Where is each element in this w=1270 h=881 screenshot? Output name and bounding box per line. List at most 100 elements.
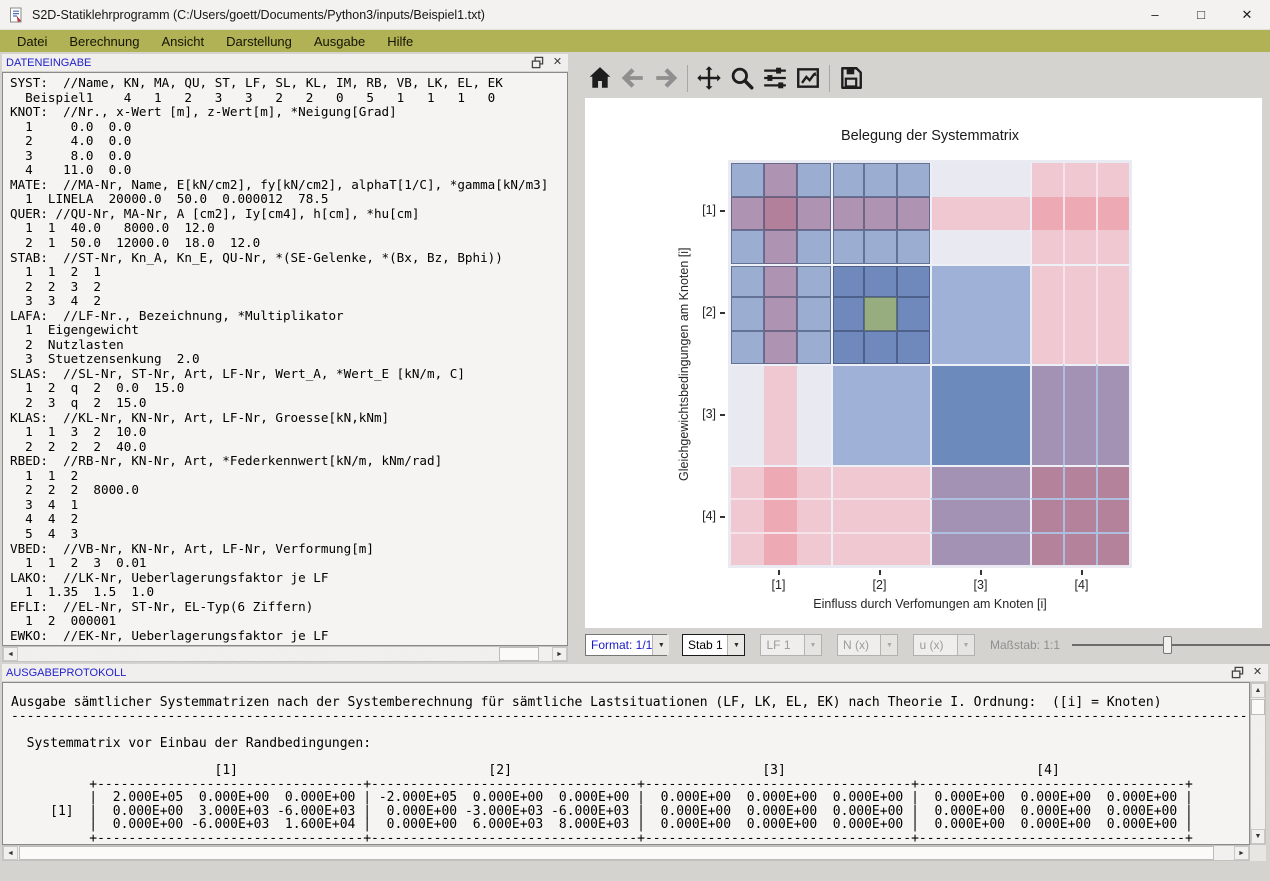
heatmap-cell bbox=[797, 163, 830, 197]
scroll-up-icon[interactable]: ▲ bbox=[1251, 683, 1265, 698]
heatmap-cell bbox=[963, 431, 996, 465]
heatmap-cell bbox=[731, 297, 764, 331]
slider-thumb[interactable] bbox=[1163, 636, 1172, 654]
heatmap-cell bbox=[963, 364, 996, 398]
scale-slider[interactable] bbox=[1072, 634, 1270, 656]
close-panel-icon[interactable]: ✕ bbox=[1250, 666, 1265, 679]
combo-value: N (x) bbox=[838, 638, 881, 652]
heatmap-cell bbox=[1096, 431, 1129, 465]
heatmap-cell bbox=[897, 297, 930, 331]
maximize-icon[interactable]: □ bbox=[1178, 0, 1224, 29]
float-panel-icon[interactable] bbox=[1230, 666, 1245, 679]
save-icon[interactable] bbox=[837, 65, 864, 92]
toolbar-separator bbox=[687, 65, 688, 92]
heatmap-cell bbox=[930, 398, 963, 432]
heatmap-cell bbox=[797, 398, 830, 432]
menu-item-ausgabe[interactable]: Ausgabe bbox=[303, 32, 376, 51]
combo-n-x-[interactable]: N (x)▼ bbox=[837, 634, 899, 656]
pan-icon[interactable] bbox=[695, 65, 722, 92]
scroll-right-icon[interactable]: ► bbox=[552, 647, 567, 661]
menu-item-berechnung[interactable]: Berechnung bbox=[58, 32, 150, 51]
ausgabeprotokoll-hscrollbar[interactable]: ◄ ► bbox=[2, 845, 1250, 861]
heatmap-cell bbox=[963, 532, 996, 566]
menu-item-hilfe[interactable]: Hilfe bbox=[376, 32, 424, 51]
heatmap-cell bbox=[764, 331, 797, 365]
heatmap-cell bbox=[1030, 398, 1063, 432]
heatmap-cell bbox=[1063, 163, 1096, 197]
heatmap-cell bbox=[996, 498, 1029, 532]
heatmap-cell bbox=[1096, 331, 1129, 365]
combo-lf-1[interactable]: LF 1▼ bbox=[760, 634, 822, 656]
heatmap-cell bbox=[930, 230, 963, 264]
heatmap-cell bbox=[1096, 532, 1129, 566]
heatmap-cell bbox=[897, 498, 930, 532]
chevron-down-icon[interactable]: ▼ bbox=[880, 635, 897, 655]
subplots-icon[interactable] bbox=[761, 65, 788, 92]
heatmap-cell bbox=[731, 230, 764, 264]
y-tick-label: [2] bbox=[680, 305, 716, 319]
heatmap-cell bbox=[963, 197, 996, 231]
close-panel-icon[interactable]: ✕ bbox=[550, 56, 565, 69]
scroll-right-icon[interactable]: ► bbox=[1234, 846, 1249, 860]
heatmap-cell bbox=[963, 163, 996, 197]
minimize-icon[interactable]: – bbox=[1132, 0, 1178, 29]
y-tick-label: [3] bbox=[680, 407, 716, 421]
ausgabeprotokoll-vscrollbar[interactable]: ▲ ▼ bbox=[1250, 682, 1266, 845]
menu-item-datei[interactable]: Datei bbox=[6, 32, 58, 51]
zoom-icon[interactable] bbox=[728, 65, 755, 92]
heatmap-cell bbox=[897, 431, 930, 465]
home-icon[interactable] bbox=[586, 65, 613, 92]
scroll-down-icon[interactable]: ▼ bbox=[1251, 829, 1265, 844]
heatmap-cell bbox=[864, 465, 897, 499]
heatmap-cell bbox=[1096, 465, 1129, 499]
scroll-left-icon[interactable]: ◄ bbox=[3, 647, 18, 661]
heatmap-cell bbox=[996, 297, 1029, 331]
scroll-thumb[interactable] bbox=[19, 846, 1214, 860]
float-panel-icon[interactable] bbox=[530, 56, 545, 69]
combo-format-1-1[interactable]: Format: 1/1▼ bbox=[585, 634, 667, 656]
heatmap-cell bbox=[996, 197, 1029, 231]
heatmap-cell bbox=[797, 431, 830, 465]
heatmap-cell bbox=[831, 498, 864, 532]
chevron-down-icon[interactable]: ▼ bbox=[727, 635, 744, 655]
menu-item-ansicht[interactable]: Ansicht bbox=[150, 32, 215, 51]
dateneingabe-hscrollbar[interactable]: ◄ ► bbox=[2, 646, 568, 662]
heatmap-cell bbox=[996, 465, 1029, 499]
menu-item-darstellung[interactable]: Darstellung bbox=[215, 32, 303, 51]
dateneingabe-editor[interactable]: SYST: //Name, KN, MA, QU, ST, LF, SL, KL… bbox=[2, 72, 568, 646]
heatmap-cell bbox=[897, 331, 930, 365]
forward-icon[interactable] bbox=[652, 65, 679, 92]
chevron-down-icon[interactable]: ▼ bbox=[804, 635, 821, 655]
heatmap-cell bbox=[1030, 264, 1063, 298]
x-axis-label: Einfluss durch Verfomungen am Knoten [i] bbox=[728, 597, 1132, 611]
chevron-down-icon[interactable]: ▼ bbox=[652, 635, 669, 655]
heatmap-cell bbox=[930, 465, 963, 499]
scroll-thumb[interactable] bbox=[499, 647, 539, 661]
heatmap-cell bbox=[764, 264, 797, 298]
heatmap-cell bbox=[864, 163, 897, 197]
heatmap-cell bbox=[1063, 431, 1096, 465]
heatmap-cell bbox=[1063, 498, 1096, 532]
heatmap-cell bbox=[864, 297, 897, 331]
customize-icon[interactable] bbox=[794, 65, 821, 92]
heatmap-cell bbox=[864, 364, 897, 398]
scroll-left-icon[interactable]: ◄ bbox=[3, 846, 18, 860]
combo-u-x-[interactable]: u (x)▼ bbox=[913, 634, 975, 656]
heatmap-cell bbox=[1096, 197, 1129, 231]
heatmap-cell bbox=[1063, 297, 1096, 331]
dateneingabe-text: SYST: //Name, KN, MA, QU, ST, LF, SL, KL… bbox=[3, 73, 567, 646]
combo-stab-1[interactable]: Stab 1▼ bbox=[682, 634, 745, 656]
heatmap-cell bbox=[1030, 297, 1063, 331]
heatmap-cell bbox=[897, 364, 930, 398]
scroll-thumb[interactable] bbox=[1251, 699, 1265, 715]
close-icon[interactable]: ✕ bbox=[1224, 0, 1270, 29]
heatmap-cell bbox=[764, 297, 797, 331]
heatmap-cell bbox=[864, 532, 897, 566]
heatmap-cell bbox=[897, 398, 930, 432]
back-icon[interactable] bbox=[619, 65, 646, 92]
ausgabeprotokoll-viewer[interactable]: Ausgabe sämtlicher Systemmatrizen nach d… bbox=[2, 682, 1250, 845]
heatmap-cell bbox=[1063, 465, 1096, 499]
plot-controls: Format: 1/1▼Stab 1▼LF 1▼N (x)▼u (x)▼Maßs… bbox=[585, 633, 1270, 657]
chevron-down-icon[interactable]: ▼ bbox=[957, 635, 974, 655]
heatmap-cell bbox=[1030, 197, 1063, 231]
